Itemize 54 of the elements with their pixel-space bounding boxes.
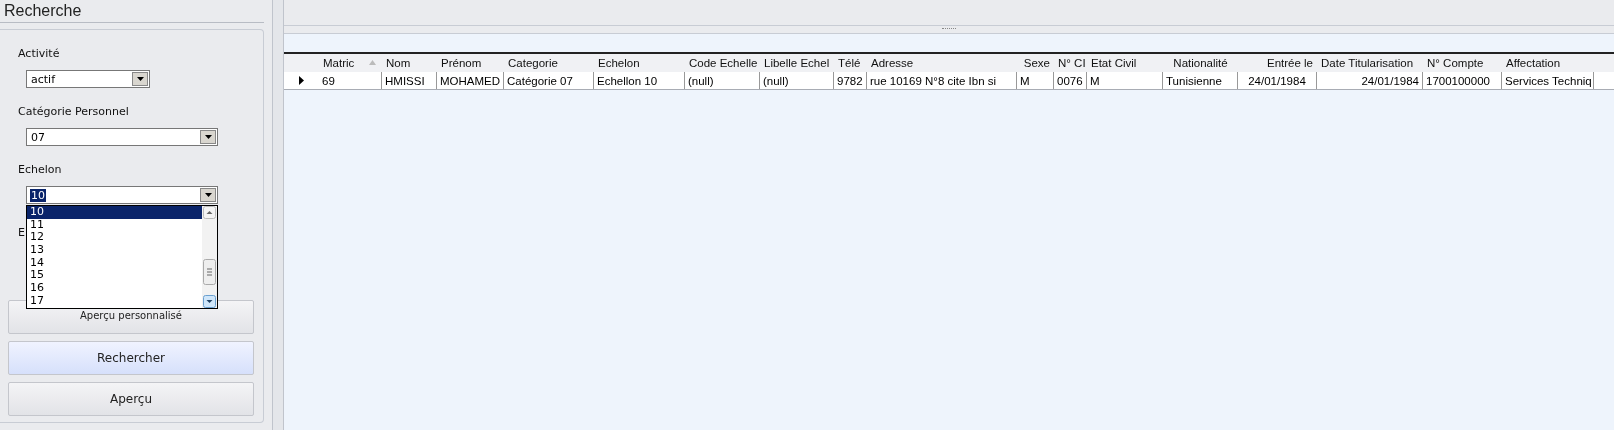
column-header[interactable]: Matric	[319, 54, 382, 72]
dropdown-field[interactable]: 10	[26, 186, 218, 204]
table-cell: 0076	[1054, 72, 1087, 89]
column-header[interactable]: Categorie	[504, 54, 594, 72]
panel-title: Recherche	[0, 0, 264, 23]
column-header[interactable]: Affectation	[1502, 54, 1594, 72]
table-cell: (null)	[760, 72, 834, 89]
table-cell: Catégorie 07	[504, 72, 594, 89]
action-button[interactable]: Aperçu	[8, 382, 254, 416]
column-header[interactable]: Etat Civil	[1087, 54, 1163, 72]
scroll-up-icon[interactable]	[203, 206, 216, 219]
table-cell: 1700100000	[1423, 72, 1502, 89]
table-cell: HMISSI	[382, 72, 437, 89]
field-label: Catégorie Personnel	[18, 105, 129, 119]
dropdown-field[interactable]: 07	[26, 128, 218, 146]
dropdown-value: actif	[30, 72, 57, 86]
field-label: Echelon	[18, 163, 62, 177]
column-header[interactable]: Date Titularisation	[1317, 54, 1423, 72]
field-label: E	[18, 226, 25, 240]
dropdown-field[interactable]: actif	[26, 70, 150, 88]
scrollbar[interactable]	[202, 206, 217, 308]
action-button[interactable]: Rechercher	[8, 341, 254, 375]
column-header[interactable]: N° CI	[1054, 54, 1087, 72]
table-cell: Services Techniq	[1502, 72, 1594, 89]
table-cell: 24/01/1984	[1238, 72, 1317, 89]
dropdown-option[interactable]: 10	[27, 206, 202, 219]
column-header[interactable]: Entrée le	[1238, 54, 1317, 72]
column-header[interactable]: Télé	[834, 54, 867, 72]
column-header[interactable]: Echelon	[594, 54, 685, 72]
column-header[interactable]: N° Compte	[1423, 54, 1502, 72]
table-cell: M	[1087, 72, 1163, 89]
sort-arrow-icon	[369, 60, 376, 65]
column-header[interactable]: Prénom	[437, 54, 504, 72]
table-cell: MOHAMED	[437, 72, 504, 89]
dropdown-value: 10	[30, 188, 46, 202]
table-cell: 9782	[834, 72, 867, 89]
field-label: Activité	[18, 47, 60, 61]
scroll-down-icon[interactable]	[203, 295, 216, 308]
dropdown-value: 07	[30, 130, 46, 144]
table-cell: (null)	[685, 72, 760, 89]
column-header[interactable]: Libelle Echel	[760, 54, 834, 72]
table-cell: 69	[319, 72, 382, 89]
table-cell: rue 10169 N°8 cite Ibn si	[867, 72, 1017, 89]
column-header[interactable]: Nom	[382, 54, 437, 72]
scroll-thumb-icon[interactable]	[203, 259, 216, 285]
table-cell: 24/01/1984	[1317, 72, 1423, 89]
table-cell: M	[1017, 72, 1054, 89]
splitter-grip-icon[interactable]	[942, 27, 956, 31]
column-header[interactable]: Adresse	[867, 54, 1017, 72]
table-cell: Tunisienne	[1163, 72, 1238, 89]
column-header[interactable]: Sexe	[1017, 54, 1054, 72]
table-cell: Echellon 10	[594, 72, 685, 89]
column-header[interactable]: Code Echelle	[685, 54, 760, 72]
column-header[interactable]: Nationalité	[1163, 54, 1238, 72]
